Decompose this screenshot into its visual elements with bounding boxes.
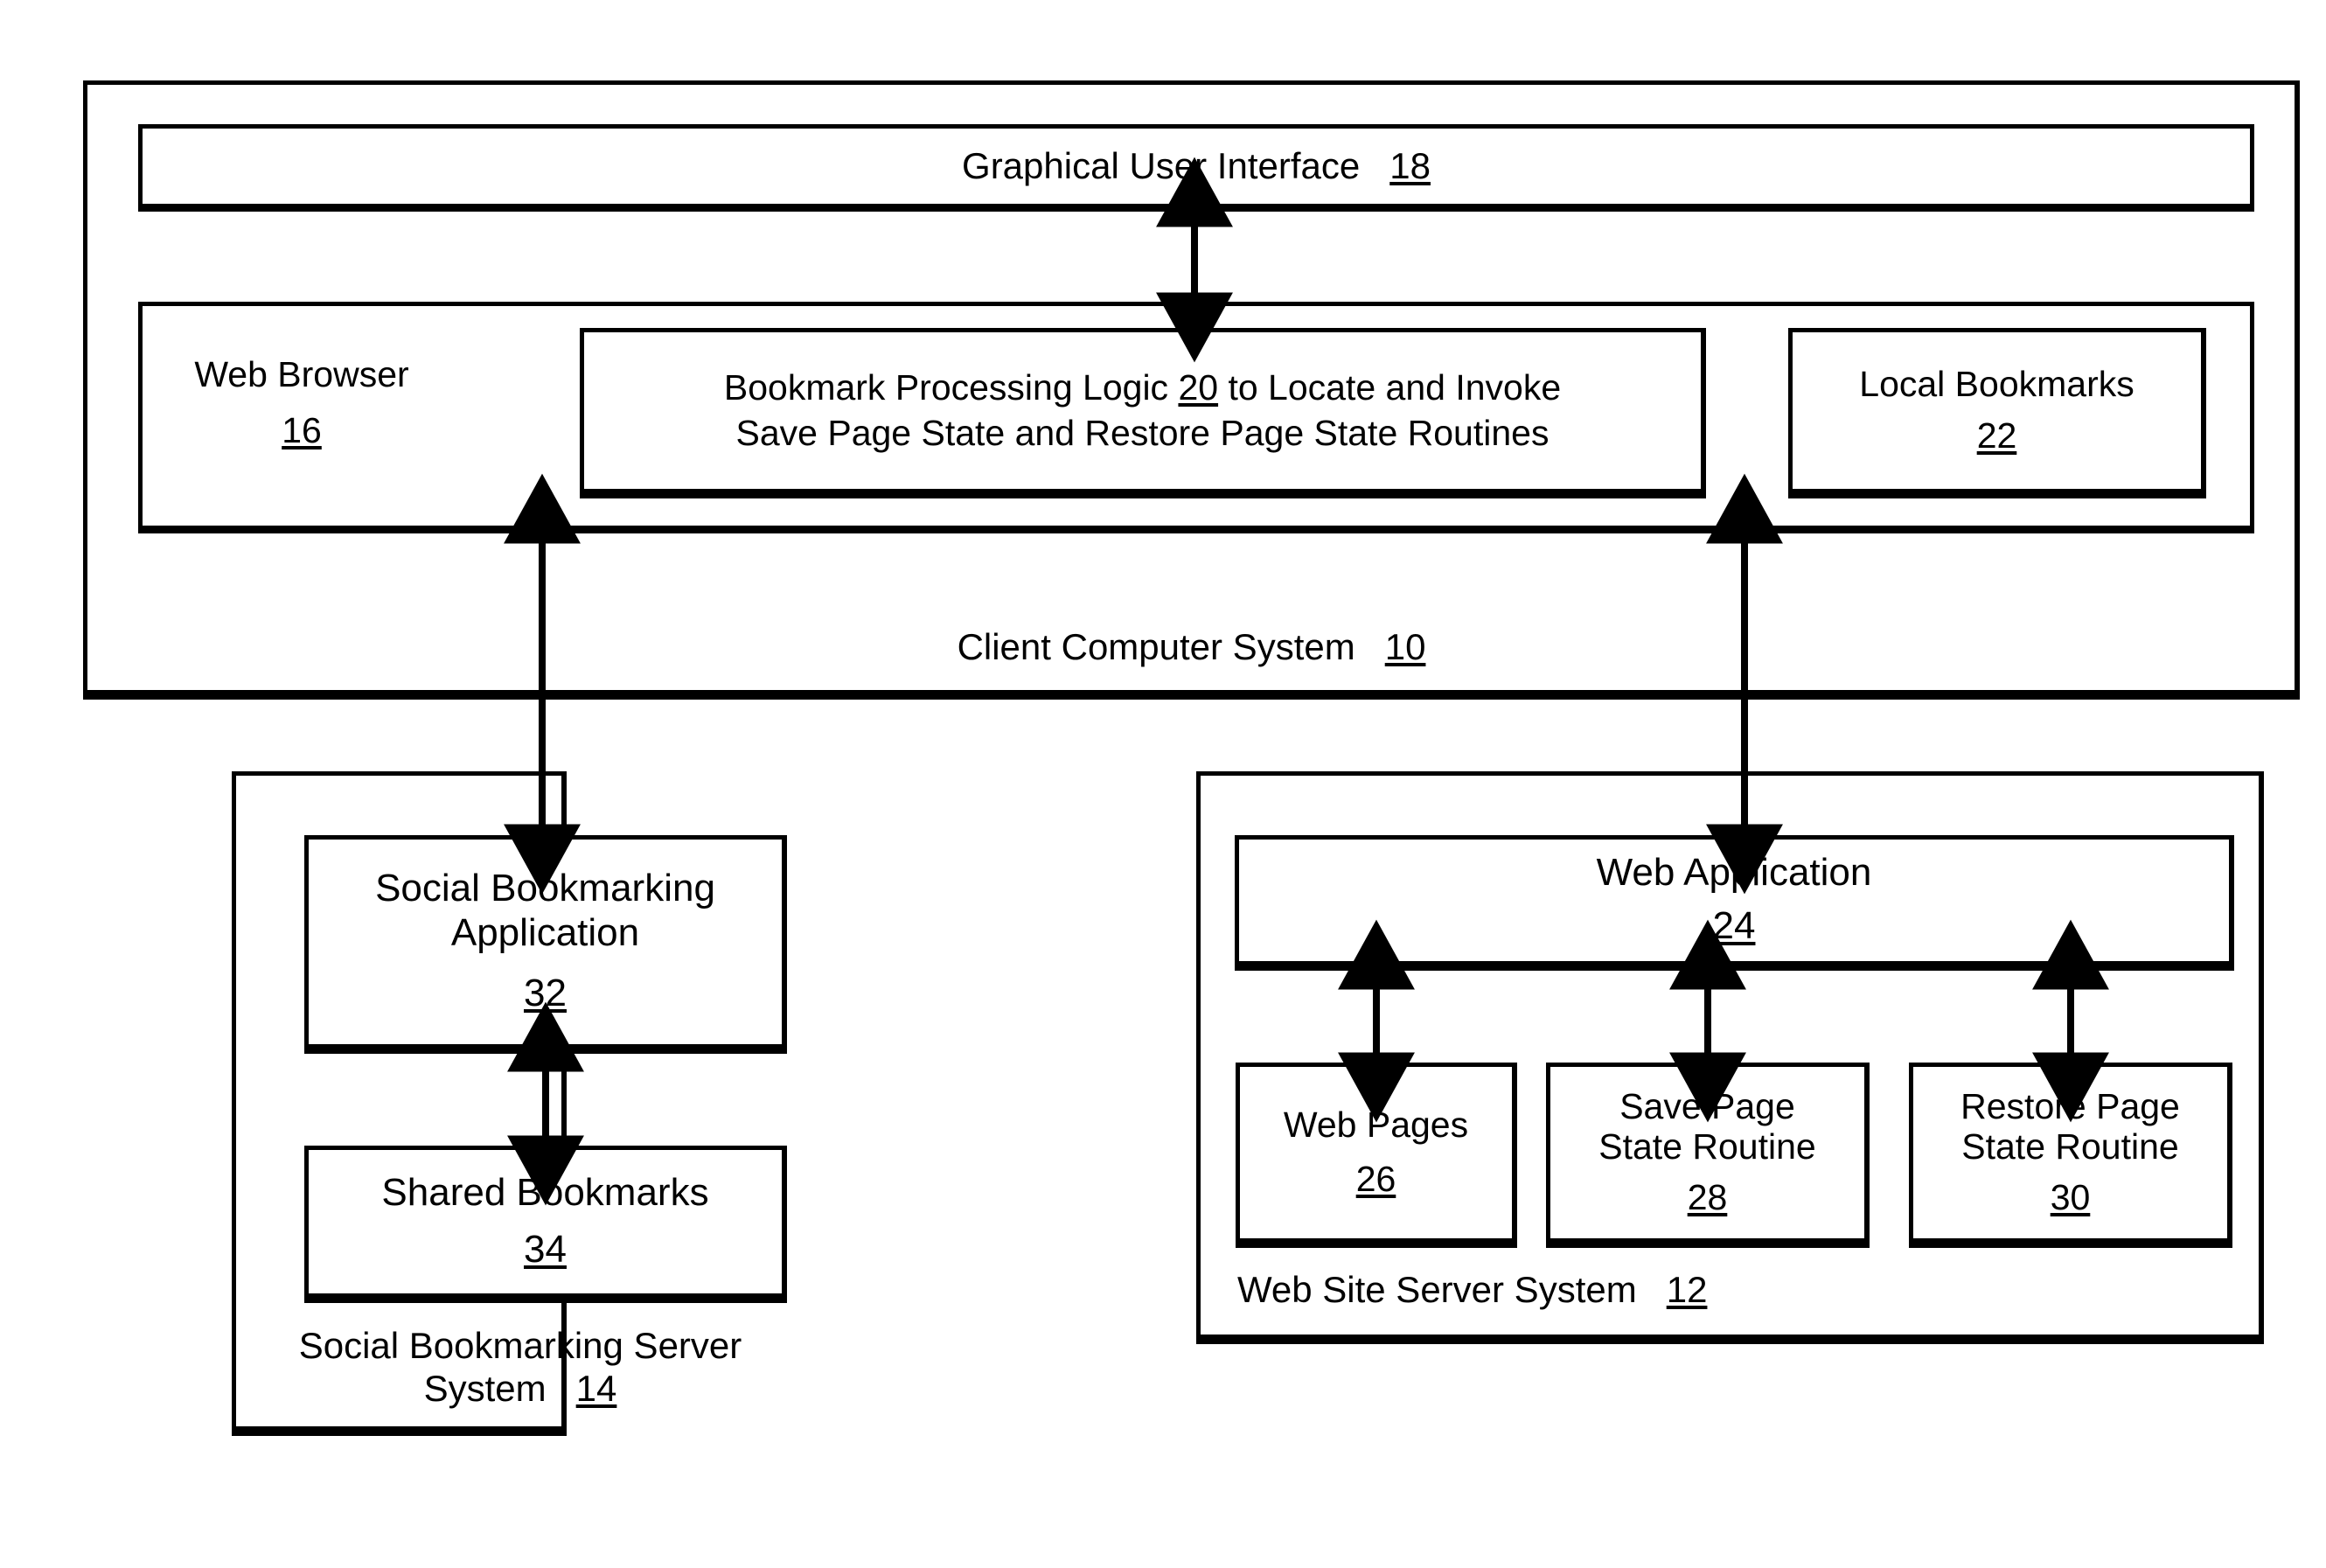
web-pages-ref: 26	[1355, 1158, 1396, 1199]
web-application-box: Web Application 24	[1235, 835, 2234, 971]
social-bookmarking-application-ref: 32	[524, 971, 567, 1014]
client-computer-system-label-row: Client Computer System 10	[83, 625, 2300, 669]
bookmark-processing-logic-line1: Bookmark Processing Logic 20 to Locate a…	[724, 366, 1561, 410]
social-bookmarking-server-system-label-line2-text: System	[423, 1368, 547, 1409]
web-pages-box: Web Pages 26	[1236, 1063, 1517, 1248]
bookmark-processing-logic-line2: Save Page State and Restore Page State R…	[735, 412, 1550, 453]
save-page-state-routine-ref: 28	[1687, 1177, 1728, 1218]
social-bookmarking-server-system-ref: 14	[575, 1368, 617, 1409]
web-application-ref: 24	[1712, 904, 1756, 948]
client-computer-system-label: Client Computer System	[957, 626, 1355, 667]
restore-page-state-routine-box: Restore Page State Routine 30	[1909, 1063, 2232, 1248]
web-browser-label: Web Browser	[194, 354, 409, 394]
figure-canvas: Graphical User Interface 18 Web Browser …	[0, 0, 2326, 1568]
graphical-user-interface-box: Graphical User Interface 18	[138, 124, 2254, 212]
bookmark-processing-logic-line1-before: Bookmark Processing Logic	[723, 367, 1179, 408]
save-page-state-routine-box: Save Page State Routine 28	[1546, 1063, 1870, 1248]
bookmark-processing-logic-ref: 20	[1178, 367, 1219, 408]
social-bookmarking-application-label: Social Bookmarking Application	[375, 867, 715, 954]
shared-bookmarks-label: Shared Bookmarks	[381, 1170, 709, 1214]
graphical-user-interface-label: Graphical User Interface	[962, 144, 1361, 186]
web-site-server-system-label-row: Web Site Server System 12	[1237, 1268, 1707, 1312]
restore-page-state-routine-label: Restore Page State Routine	[1960, 1085, 2180, 1167]
social-bookmarking-server-system-label-line1: Social Bookmarking Server	[298, 1325, 742, 1366]
local-bookmarks-ref: 22	[1976, 415, 2017, 456]
web-browser-label-group: Web Browser 16	[157, 354, 446, 452]
shared-bookmarks-ref: 34	[524, 1227, 567, 1271]
web-application-label: Web Application	[1596, 851, 1872, 895]
web-pages-label: Web Pages	[1283, 1105, 1469, 1146]
social-bookmarking-application-box: Social Bookmarking Application 32	[304, 835, 787, 1054]
graphical-user-interface-ref: 18	[1389, 144, 1431, 186]
bookmark-processing-logic-line1-after: to Locate and Invoke	[1218, 367, 1562, 408]
web-browser-ref: 16	[282, 409, 322, 450]
shared-bookmarks-box: Shared Bookmarks 34	[304, 1146, 787, 1303]
local-bookmarks-box: Local Bookmarks 22	[1788, 328, 2206, 498]
web-site-server-system-label: Web Site Server System	[1237, 1269, 1637, 1310]
local-bookmarks-label: Local Bookmarks	[1859, 363, 2134, 404]
web-site-server-system-ref: 12	[1666, 1269, 1708, 1310]
restore-page-state-routine-ref: 30	[2050, 1177, 2091, 1218]
graphical-user-interface-label-row: Graphical User Interface 18	[962, 144, 1431, 188]
save-page-state-routine-label: Save Page State Routine	[1598, 1085, 1816, 1167]
social-bookmarking-server-system-label-line2: System 14	[232, 1367, 809, 1411]
client-computer-system-ref: 10	[1384, 626, 1426, 667]
bookmark-processing-logic-box: Bookmark Processing Logic 20 to Locate a…	[580, 328, 1706, 498]
social-bookmarking-server-system-label-group: Social Bookmarking Server System 14	[232, 1325, 809, 1411]
